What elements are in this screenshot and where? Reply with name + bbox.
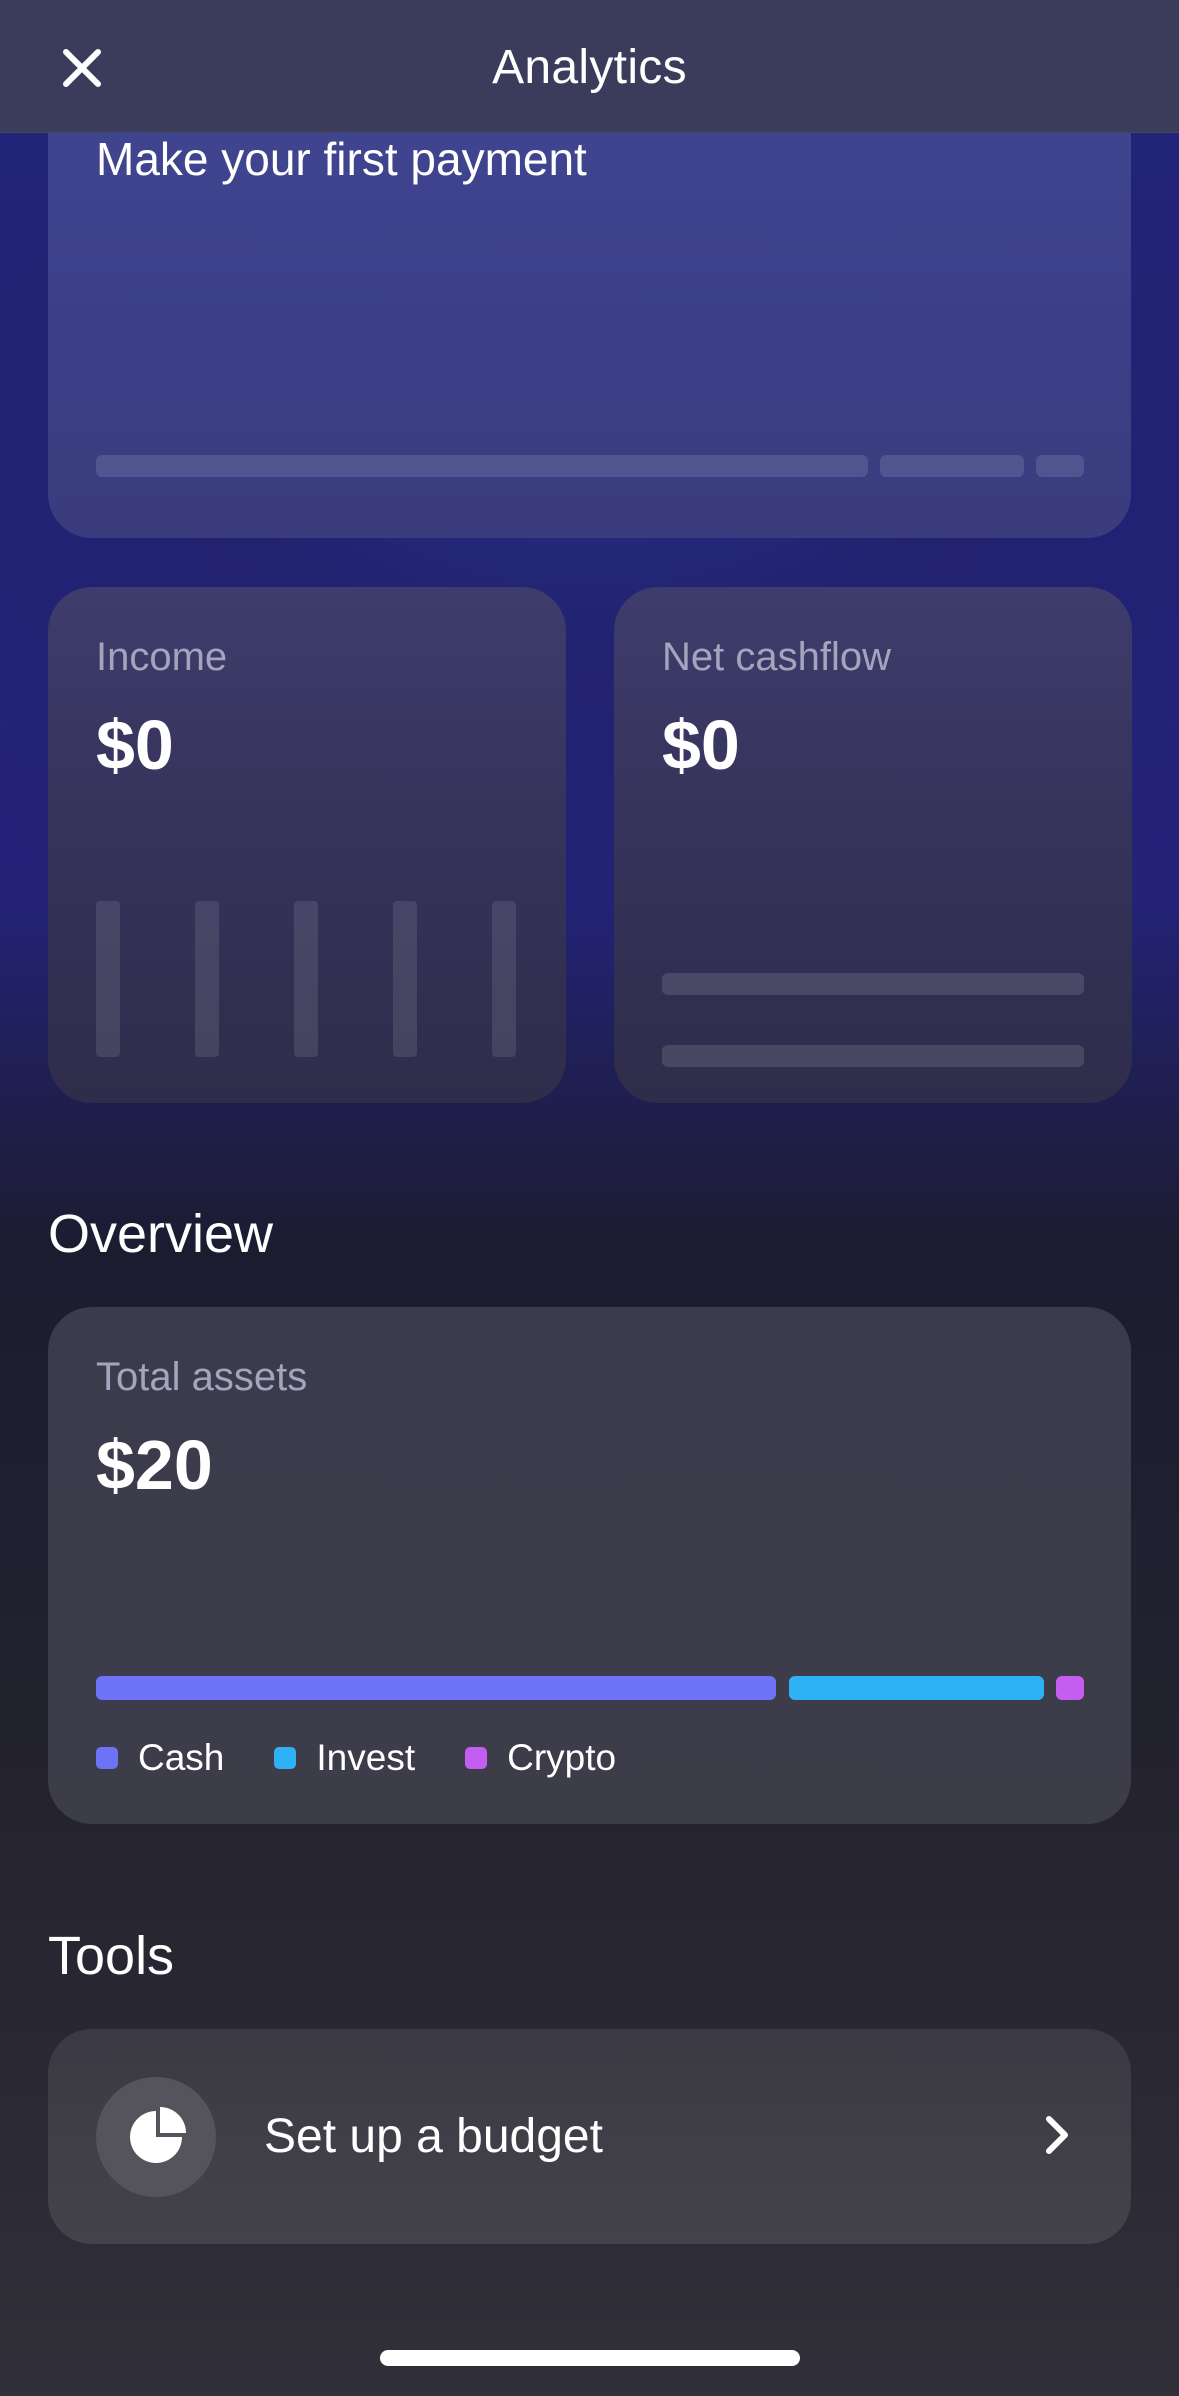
- home-indicator[interactable]: [380, 2350, 800, 2366]
- cash-legend-swatch: [96, 1747, 118, 1769]
- placeholder-column: [294, 901, 318, 1057]
- set-up-budget-label: Set up a budget: [264, 2110, 603, 2163]
- income-value: $0: [96, 706, 174, 784]
- cash-legend-label: Cash: [138, 1737, 225, 1778]
- net-cashflow-value: $0: [662, 706, 740, 784]
- placeholder-bar: [96, 455, 868, 477]
- placeholder-bar: [662, 1045, 1084, 1067]
- placeholder-bar: [880, 455, 1024, 477]
- placeholder-column: [96, 901, 120, 1057]
- placeholder-column: [393, 901, 417, 1057]
- budget-icon-container: [96, 2077, 216, 2197]
- crypto-segment: [1056, 1676, 1084, 1700]
- placeholder-column: [492, 901, 516, 1057]
- invest-segment: [789, 1676, 1044, 1700]
- income-label: Income: [96, 635, 228, 679]
- net-cashflow-label: Net cashflow: [662, 635, 891, 679]
- top-bar: Analytics: [0, 0, 1179, 133]
- tools-heading: Tools: [48, 1926, 175, 1986]
- set-up-budget-button[interactable]: Set up a budget: [48, 2029, 1131, 2244]
- cash-segment: [96, 1676, 776, 1700]
- total-assets-card[interactable]: Total assets $20 Cash Invest Crypto: [48, 1307, 1131, 1824]
- overview-heading: Overview: [48, 1204, 274, 1264]
- placeholder-bar: [662, 973, 1084, 995]
- page-title: Analytics: [492, 41, 687, 94]
- crypto-legend-swatch: [465, 1747, 488, 1769]
- invest-legend-label: Invest: [316, 1737, 416, 1778]
- total-assets-label: Total assets: [96, 1355, 308, 1399]
- net-cashflow-card[interactable]: Net cashflow $0: [614, 587, 1132, 1103]
- invest-legend-swatch: [274, 1747, 297, 1769]
- legend-item-crypto: Crypto: [465, 1737, 616, 1779]
- first-payment-card[interactable]: Make your first payment: [48, 90, 1131, 538]
- placeholder-bar: [1036, 455, 1084, 477]
- legend-item-cash: Cash: [96, 1737, 224, 1779]
- legend-item-invest: Invest: [274, 1737, 415, 1779]
- pie-chart-icon: [130, 2107, 186, 2163]
- total-assets-value: $20: [96, 1426, 213, 1504]
- placeholder-column: [195, 901, 219, 1057]
- first-payment-title: Make your first payment: [96, 133, 587, 185]
- assets-legend: Cash Invest Crypto: [96, 1737, 666, 1779]
- chevron-right-icon: [1046, 2116, 1068, 2154]
- income-card[interactable]: Income $0: [48, 587, 566, 1103]
- crypto-legend-label: Crypto: [507, 1737, 617, 1778]
